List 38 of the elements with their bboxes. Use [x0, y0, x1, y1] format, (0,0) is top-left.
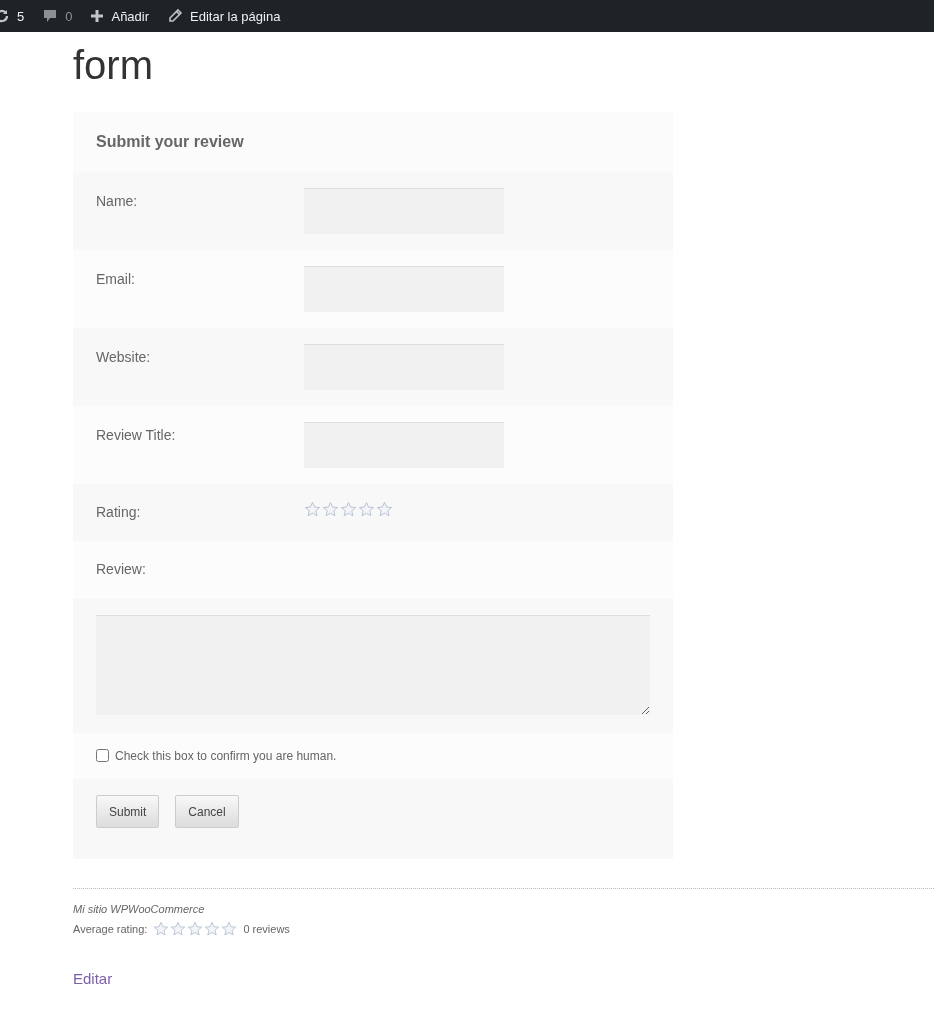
review-count: 0 reviews [243, 923, 290, 935]
field-label: Review Title: [96, 426, 177, 443]
checkbox-label: Check this box to confirm you are human. [115, 749, 337, 763]
input-field[interactable] [304, 422, 504, 468]
star-icon[interactable] [204, 921, 221, 937]
star-icon[interactable] [358, 501, 375, 518]
page-title: form [73, 42, 154, 89]
field-label: Website: [96, 348, 152, 365]
comment-icon [42, 8, 59, 24]
star-icon[interactable] [221, 921, 238, 937]
star-icon[interactable] [170, 921, 187, 937]
cancel-button[interactable]: Cancel [175, 795, 239, 828]
star-icon[interactable] [376, 501, 393, 518]
input-field[interactable] [304, 344, 504, 390]
updates-count[interactable]: 5 [17, 8, 25, 24]
star-icon[interactable] [153, 921, 170, 937]
review-text-area[interactable] [96, 615, 650, 715]
average-rating-label: Average rating: [73, 923, 148, 935]
edit-page-link[interactable]: Editar la página [190, 8, 281, 24]
field-label: Rating: [96, 503, 142, 520]
star-icon[interactable] [304, 501, 321, 518]
checkbox[interactable] [96, 748, 109, 762]
star-icon[interactable] [322, 501, 339, 518]
site-name: Mi sitio WPWooCommerce [73, 903, 206, 915]
comments-count[interactable]: 0 [65, 8, 73, 24]
edit-link[interactable]: Editar [73, 970, 113, 987]
input-field[interactable] [304, 188, 504, 234]
star-icon[interactable] [187, 921, 204, 937]
field-label: Name: [96, 192, 139, 209]
add-new-link[interactable]: Añadir [111, 8, 150, 24]
plus-icon [90, 9, 105, 23]
pencil-icon [167, 8, 184, 24]
submit-button[interactable]: Submit [96, 795, 160, 828]
field-label: Email: [96, 270, 136, 287]
star-icon[interactable] [340, 501, 357, 518]
field-label: Review: [96, 560, 147, 577]
form-heading: Submit your review [95, 132, 245, 152]
input-field[interactable] [304, 266, 504, 312]
